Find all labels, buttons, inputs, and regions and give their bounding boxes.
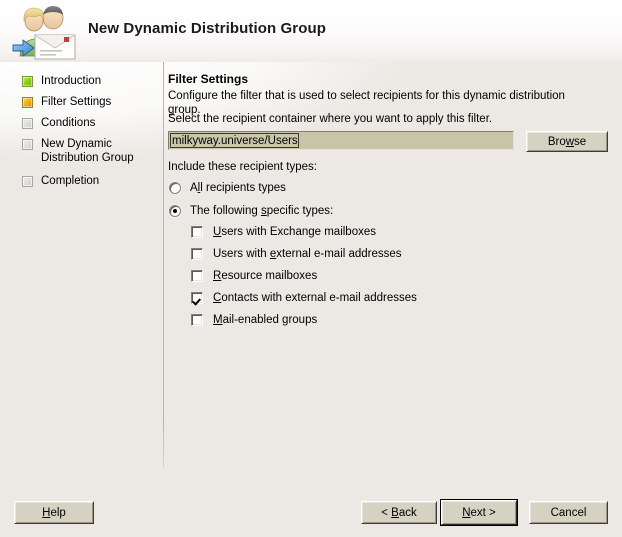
help-button-label: Help [42,506,66,519]
checkbox-label: Users with external e-mail addresses [213,248,402,260]
sidebar-item-new-dynamic-distribution-group[interactable]: New Dynamic Distribution Group [22,137,149,165]
sidebar-item-label: Conditions [41,117,96,129]
sidebar-item-completion[interactable]: Completion [22,174,99,188]
sidebar-divider [163,62,164,468]
include-recipient-types-label: Include these recipient types: [168,161,317,173]
recipient-container-input[interactable]: milkyway.universe/Users [168,131,514,150]
back-button-label: < Back [381,506,417,519]
radio-icon-selected [169,204,181,217]
checkbox-label: Mail-enabled groups [213,314,318,326]
sidebar-item-label: Filter Settings [41,96,112,108]
step-status-pending-icon [22,176,33,187]
checkbox-resource-mailboxes[interactable]: Resource mailboxes [191,268,317,284]
checkbox-mail-enabled-groups[interactable]: Mail-enabled groups [191,312,317,328]
help-button[interactable]: Help [14,501,94,524]
wizard-body: Introduction Filter Settings Conditions … [0,62,622,485]
wizard-steps-sidebar: Introduction Filter Settings Conditions … [0,62,163,485]
browse-button[interactable]: Browse [526,131,608,152]
checkbox-label: Users with Exchange mailboxes [213,226,376,238]
checkbox-icon-unchecked [191,226,203,238]
recipient-container-row: milkyway.universe/Users Browse [168,131,608,152]
wizard-header: New Dynamic Distribution Group [0,0,622,62]
section-heading: Filter Settings [168,72,249,86]
sidebar-item-label: New Dynamic Distribution Group [41,138,134,164]
radio-label: All recipients types [190,181,286,194]
cancel-button-label: Cancel [550,506,587,519]
checkbox-icon-unchecked [191,248,203,260]
users-envelope-icon [12,4,78,60]
radio-label: The following specific types: [190,204,334,217]
checkbox-label: Resource mailboxes [213,270,318,282]
sidebar-item-filter-settings[interactable]: Filter Settings [22,95,111,109]
step-status-done-icon [22,76,33,87]
sidebar-item-label: Completion [41,175,100,187]
sidebar-item-introduction[interactable]: Introduction [22,74,101,88]
step-status-current-icon [22,97,33,108]
checkbox-icon-unchecked [191,314,203,326]
browse-button-label: Browse [547,135,587,148]
sidebar-item-label: Introduction [41,75,102,87]
radio-icon-unselected [169,181,181,194]
radio-all-recipients-types[interactable]: All recipients types [169,180,286,195]
wizard-footer: Help < Back Next > Cancel [0,485,622,537]
checkbox-icon-unchecked [191,270,203,282]
back-button[interactable]: < Back [361,501,437,524]
next-button-label: Next > [462,506,496,519]
checkbox-icon-checked [191,292,203,304]
checkbox-users-with-exchange-mailboxes[interactable]: Users with Exchange mailboxes [191,224,376,240]
section-instruction: Select the recipient container where you… [168,113,493,125]
checkbox-label: Contacts with external e-mail addresses [213,292,417,304]
recipient-container-value: milkyway.universe/Users [170,133,299,148]
page-title: New Dynamic Distribution Group [88,20,327,37]
browse-accel-char: w [565,135,575,148]
sidebar-item-conditions[interactable]: Conditions [22,116,95,130]
step-status-pending-icon [22,118,33,129]
radio-following-specific-types[interactable]: The following specific types: [169,203,333,218]
cancel-button[interactable]: Cancel [529,501,608,524]
checkbox-contacts-with-external-email-addresses[interactable]: Contacts with external e-mail addresses [191,290,417,306]
checkbox-users-with-external-email-addresses[interactable]: Users with external e-mail addresses [191,246,402,262]
step-status-pending-icon [22,139,33,150]
filter-settings-panel: Filter Settings Configure the filter tha… [168,62,622,485]
next-button[interactable]: Next > [441,500,517,525]
